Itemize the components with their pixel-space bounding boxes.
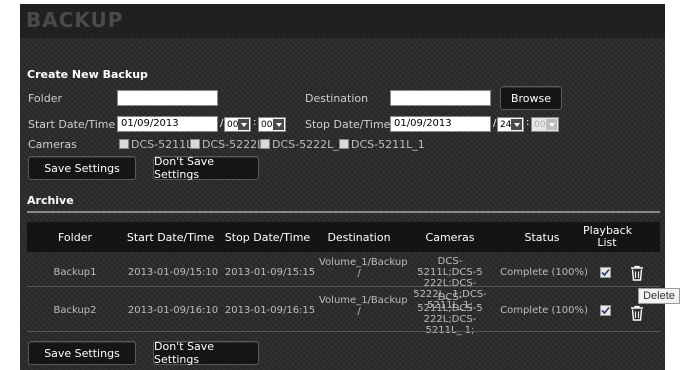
- destination-label: Destination: [305, 92, 369, 105]
- col-playback: Playback List: [583, 224, 633, 249]
- row-folder: Backup2: [53, 305, 97, 316]
- camera-checkbox-3[interactable]: [260, 139, 270, 149]
- col-destination: Destination: [327, 231, 391, 244]
- row-divider: [27, 331, 660, 332]
- row-divider: [27, 286, 660, 287]
- title-bar: BACKUP: [20, 4, 665, 38]
- camera-label-1: DCS-5211L: [131, 138, 193, 151]
- playback-checkbox[interactable]: [600, 305, 611, 316]
- chevron-down-icon: [511, 119, 522, 130]
- col-start: Start Date/Time: [126, 231, 215, 244]
- chevron-down-icon: [273, 119, 284, 130]
- row-destination: Volume_1/Backup /: [319, 295, 408, 317]
- browse-button[interactable]: Browse: [500, 86, 562, 110]
- chevron-down-icon: [238, 119, 249, 130]
- time-separator: :: [526, 117, 530, 128]
- trash-icon[interactable]: [630, 265, 644, 281]
- playback-checkbox[interactable]: [600, 267, 611, 278]
- stop-minute-select: 00: [531, 117, 559, 132]
- camera-label-3: DCS-5222L_1: [272, 138, 346, 151]
- delete-tooltip: Delete: [638, 288, 680, 304]
- row-folder: Backup1: [53, 267, 97, 278]
- checkmark-icon: [601, 268, 610, 277]
- save-settings-button[interactable]: Save Settings: [28, 156, 136, 180]
- archive-divider: [27, 211, 660, 213]
- stop-hour-value: 24: [500, 119, 512, 130]
- start-minute-select[interactable]: 00: [258, 117, 286, 132]
- date-separator: /: [220, 118, 224, 129]
- archive-dont-save-settings-button[interactable]: Don't Save Settings: [153, 340, 259, 366]
- camera-checkbox-4[interactable]: [339, 139, 349, 149]
- col-status: Status: [524, 231, 560, 244]
- camera-checkbox-2[interactable]: [190, 139, 200, 149]
- table-row: Backup2 2013-01-09/16:10 2013-01-09/16:1…: [27, 289, 660, 336]
- camera-checkbox-1[interactable]: [119, 139, 129, 149]
- checkmark-icon: [601, 306, 610, 315]
- backup-panel: BACKUP Create New Backup Folder Destinat…: [20, 4, 665, 370]
- dont-save-settings-button[interactable]: Don't Save Settings: [153, 155, 259, 181]
- camera-label-2: DCS-5222L: [202, 138, 264, 151]
- archive-save-settings-button[interactable]: Save Settings: [28, 341, 136, 365]
- row-destination: Volume_1/Backup /: [319, 257, 408, 279]
- archive-table-header: Folder Start Date/Time Stop Date/Time De…: [27, 222, 660, 252]
- start-hour-value: 00: [227, 119, 239, 130]
- chevron-down-icon: [546, 119, 557, 130]
- row-status: Complete (100%): [500, 305, 588, 316]
- start-minute-value: 00: [261, 119, 273, 130]
- stop-datetime-label: Stop Date/Time: [305, 118, 391, 131]
- stop-hour-select[interactable]: 24: [497, 117, 524, 132]
- row-stop: 2013-01-09/16:15: [224, 305, 316, 316]
- start-hour-select[interactable]: 00: [224, 117, 251, 132]
- start-date-input[interactable]: 01/09/2013: [117, 116, 218, 132]
- time-separator: :: [253, 117, 257, 128]
- archive-title: Archive: [27, 194, 74, 207]
- trash-icon[interactable]: [630, 305, 644, 321]
- create-backup-title: Create New Backup: [27, 68, 148, 81]
- cameras-label: Cameras: [28, 138, 77, 151]
- date-separator: /: [493, 118, 497, 129]
- folder-label: Folder: [28, 92, 62, 105]
- start-datetime-label: Start Date/Time: [28, 118, 116, 131]
- page-title: BACKUP: [26, 8, 124, 32]
- row-start: 2013-01-09/16:10: [127, 305, 219, 316]
- folder-input[interactable]: [117, 90, 218, 106]
- stop-minute-value: 00: [534, 119, 546, 130]
- row-stop: 2013-01-09/15:15: [224, 267, 316, 278]
- row-start: 2013-01-09/15:10: [127, 267, 219, 278]
- col-cameras: Cameras: [425, 231, 475, 244]
- col-stop: Stop Date/Time: [224, 231, 311, 244]
- stop-date-input[interactable]: 01/09/2013: [390, 116, 491, 132]
- destination-input[interactable]: [390, 90, 491, 106]
- row-cameras: DCS-5211L;DCS-5 222L;DCS-5211L_ 1;: [417, 292, 483, 336]
- camera-label-4: DCS-5211L_1: [351, 138, 425, 151]
- col-folder: Folder: [58, 231, 92, 244]
- row-status: Complete (100%): [500, 267, 588, 278]
